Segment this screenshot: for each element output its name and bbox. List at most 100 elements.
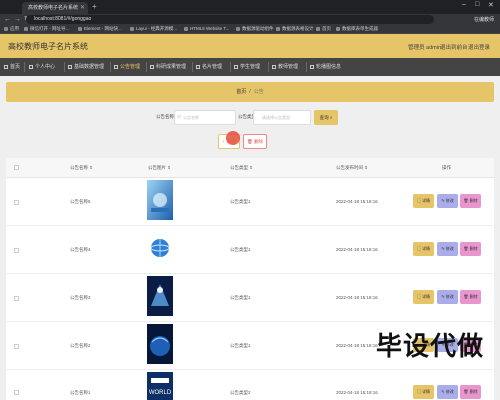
watermark-text: 毕设代做 [376,332,485,362]
tab-title: 高校教师电子名片系统 [28,5,79,11]
minimize-icon[interactable]: – [462,1,466,8]
select-all-checkbox[interactable] [14,165,19,170]
menu-item-basic-data[interactable]: 基础数据管理 [68,58,104,76]
browser-tab[interactable]: 高校教师电子名片系统 ✕ [22,2,88,14]
bookmark-item[interactable]: 数据库表单生成器 [336,26,378,32]
admin-label: 管理员 admin [408,45,442,51]
name-input[interactable]: ⊙ 公告名称 [174,110,236,125]
breadcrumb-current: 公告 [253,89,264,95]
edit-button[interactable]: ✎ 修改 [437,242,458,256]
detail-button[interactable]: ▢ 详情 [413,290,434,304]
search-icon: ⊙ [177,114,182,120]
bookmark-item[interactable]: 首页 [316,26,331,32]
close-window-icon[interactable]: ✕ [488,1,494,9]
trash-icon: 🗑 [463,246,469,251]
row-checkbox[interactable] [14,390,19,395]
edit-button[interactable]: ✎ 修改 [437,385,458,399]
action-toolbar: + 新增 🗑 删除 [0,134,500,150]
edit-icon: ✎ [441,246,445,251]
menu-item-student[interactable]: 学生管理 [234,58,260,76]
detail-button[interactable]: ▢ 详情 [413,385,434,399]
delete-button[interactable]: 🗑 删除 [460,242,481,256]
detail-icon: ▢ [416,246,421,251]
app-header: 高校教师电子名片系统 管理员 admin 退出到前台 退出登录 [0,34,500,58]
account-label: 在编教师 [473,17,494,23]
bookmark-item[interactable]: Layui - 经典开源模... [130,26,177,32]
cell-type: 公告类型1 [230,247,251,252]
menu-item-teacher[interactable]: 教师管理 [272,58,298,76]
th-time: 公告发布时间 ⇕ [336,165,369,170]
menu-divider [110,62,111,72]
notice-image [147,276,173,316]
edit-icon: ✎ [441,198,445,203]
cell-time: 2022-04-18 15:18:16 [336,199,378,204]
row-checkbox[interactable] [14,200,19,205]
menu-item-profile[interactable]: 个人中心 [29,58,55,76]
tab-close-icon[interactable]: ✕ [80,2,85,14]
book-icon [150,64,154,69]
menu-item-research[interactable]: 科研成果管理 [150,58,186,76]
address-bar-row: ←→↻ localhost:8081/#/gonggao 在编教师 [0,14,500,25]
bookmark-item[interactable]: Element - 网站快... [78,26,122,32]
image-icon [310,64,314,69]
menu-divider [306,62,307,72]
account-button[interactable]: 在编教师 [474,16,494,23]
breadcrumb-home[interactable]: 首页 [236,89,246,95]
cell-type: 公告类型2 [230,390,251,395]
new-tab-icon[interactable]: + [92,2,97,12]
bookmark-item[interactable]: HTML5 Website T... [184,26,229,31]
notice-table: 公告名称 ⇕ 公告图片 ⇕ 公告类型 ⇕ 公告发布时间 ⇕ 操作 公告名称5 公… [6,158,494,400]
top-menu: 首页 个人中心 基础数据管理 公告管理 科研成果管理 名片管理 学生管理 教师管… [0,58,500,76]
detail-button[interactable]: ▢ 详情 [413,242,434,256]
type-select[interactable]: 请选择公告类型 [253,110,311,125]
detail-button[interactable]: ▢ 详情 [413,194,434,208]
detail-icon: ▢ [416,198,421,203]
forward-icon[interactable]: → [14,16,24,23]
cell-time: 2022-04-18 15:18:16 [336,390,378,395]
delete-button[interactable]: 🗑 删除 [460,290,481,304]
cell-time: 2022-04-18 15:18:16 [336,247,378,252]
cell-type: 公告类型1 [230,343,251,348]
maximize-icon[interactable]: □ [475,1,479,8]
bookmarks-bar: 应用 微信打开 - 网址导... Element - 网站快... Layui … [0,25,500,34]
notice-image: WORLD [147,372,173,400]
row-checkbox[interactable] [14,296,19,301]
front-link[interactable]: 退出到前台 [440,43,468,51]
cell-name: 公告名称5 [70,199,91,204]
app-title: 高校教师电子名片系统 [8,42,88,51]
bookmark-item[interactable]: 数据源表格设计 [276,26,314,32]
cell-type: 公告类型1 [230,199,251,204]
delete-button[interactable]: 🗑 删除 [460,385,481,399]
teacher-icon [272,64,276,69]
cell-name: 公告名称4 [70,247,91,252]
logout-link[interactable]: 退出登录 [468,43,490,51]
menu-divider [268,62,269,72]
bookmark-item[interactable]: 微信打开 - 网址导... [24,26,69,32]
url-text: localhost:8081/#/gonggao [34,16,92,22]
th-name: 公告名称 ⇕ [70,165,94,170]
row-checkbox[interactable] [14,344,19,349]
menu-divider [230,62,231,72]
cell-type: 公告类型1 [230,295,251,300]
edit-button[interactable]: ✎ 修改 [437,194,458,208]
bookmark-item[interactable]: 应用 [4,26,19,32]
edit-button[interactable]: ✎ 修改 [437,290,458,304]
delete-button[interactable]: 🗑 删除 [460,194,481,208]
trash-icon: 🗑 [247,139,253,144]
th-type: 公告类型 ⇕ [230,165,254,170]
cell-name: 公告名称2 [70,343,91,348]
search-button[interactable]: 查询 ⌕ [314,110,338,125]
bookmark-item[interactable]: 数据源驱动组件 [236,26,274,32]
url-input[interactable]: localhost:8081/#/gonggao [26,15,434,24]
user-icon [29,64,33,69]
menu-item-home[interactable]: 首页 [4,58,20,76]
menu-item-card[interactable]: 名片管理 [196,58,222,76]
detail-icon: ▢ [416,294,421,299]
menu-divider [146,62,147,72]
menu-item-notice[interactable]: 公告管理 [114,58,140,76]
row-checkbox[interactable] [14,248,19,253]
breadcrumb: 首页 / 公告 [6,82,494,102]
back-icon[interactable]: ← [4,16,14,23]
batch-delete-button[interactable]: 🗑 删除 [243,134,267,149]
menu-item-carousel[interactable]: 轮播图信息 [310,58,341,76]
